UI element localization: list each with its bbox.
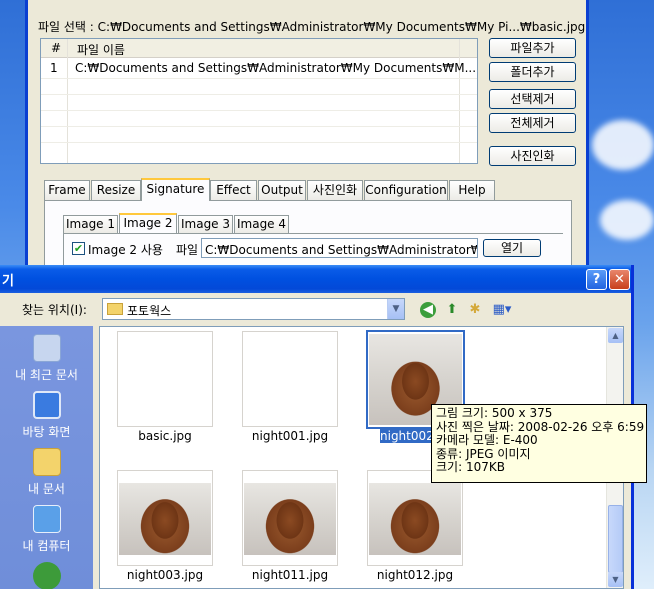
subtab-image-4[interactable]: Image 4 — [234, 215, 289, 233]
file-info-tooltip: 그림 크기: 500 x 375 사진 찍은 날짜: 2008-02-26 오후… — [431, 404, 647, 483]
desktop-icon — [32, 391, 61, 419]
dog-photo-image — [369, 483, 461, 555]
tab-output[interactable]: Output — [258, 180, 306, 200]
dialog-title: 기 — [2, 274, 14, 289]
signature-panel: Image 1 Image 2 Image 3 Image 4 ✔ Image … — [44, 200, 572, 273]
row-number: 1 — [50, 61, 58, 75]
dialog-titlebar[interactable]: 기 ? ✕ — [0, 265, 631, 293]
subtab-image-1[interactable]: Image 1 — [63, 215, 118, 233]
up-folder-icon[interactable]: ⬆ — [443, 301, 461, 319]
chevron-down-icon[interactable]: ▼ — [387, 299, 404, 319]
row-divider — [41, 126, 477, 127]
tab-resize[interactable]: Resize — [91, 180, 141, 200]
row-divider — [41, 142, 477, 143]
column-divider — [67, 39, 68, 163]
subtab-image-3[interactable]: Image 3 — [178, 215, 233, 233]
file-thumbnail-night003[interactable] — [117, 470, 213, 566]
scroll-up-icon[interactable]: ▲ — [608, 328, 623, 343]
place-label: 바탕 화면 — [22, 425, 71, 439]
look-in-label: 찾는 위치(I): — [22, 303, 87, 317]
open-button[interactable]: 열기 — [483, 239, 541, 257]
tab-effect[interactable]: Effect — [210, 180, 257, 200]
desktop-cloud — [592, 120, 654, 170]
print-photo-button[interactable]: 사진인화 — [489, 146, 576, 166]
file-name-label[interactable]: night012.jpg — [355, 568, 475, 582]
my-computer-icon — [32, 505, 61, 533]
file-thumbnail-night011[interactable] — [242, 470, 338, 566]
file-thumbnail-night001[interactable] — [242, 331, 338, 427]
tab-help[interactable]: Help — [449, 180, 495, 200]
scrollbar-thumb[interactable] — [608, 505, 623, 573]
place-desktop[interactable]: 바탕 화면 — [0, 391, 93, 440]
place-label: 내 컴퓨터 — [22, 539, 71, 553]
file-list[interactable]: # 파일 이름 1 C:₩Documents and Settings₩Admi… — [40, 38, 478, 164]
desktop-cloud — [600, 200, 654, 240]
tab-photo-print[interactable]: 사진인화 — [307, 180, 363, 200]
tooltip-date-taken: 사진 찍은 날짜: 2008-02-26 오후 6:59 — [436, 419, 645, 434]
tooltip-camera-model: 카메라 모델: E-400 — [436, 433, 538, 447]
file-thumbnail-basic[interactable] — [117, 331, 213, 427]
subtab-image-2[interactable]: Image 2 — [119, 213, 177, 234]
use-image-checkbox[interactable]: ✔ — [72, 242, 85, 255]
dog-photo-image — [244, 483, 336, 555]
my-documents-icon — [32, 448, 61, 476]
scroll-down-icon[interactable]: ▼ — [608, 572, 623, 587]
tab-frame[interactable]: Frame — [44, 180, 90, 200]
add-file-button[interactable]: 파일추가 — [489, 38, 576, 58]
tab-configuration[interactable]: Configuration — [364, 180, 448, 200]
new-folder-icon[interactable]: ✱ — [466, 301, 484, 319]
places-bar: 내 최근 문서 바탕 화면 내 문서 내 컴퓨터 — [0, 326, 93, 589]
row-divider — [41, 94, 477, 95]
tooltip-image-size: 그림 크기: 500 x 375 — [436, 406, 553, 420]
file-list-row[interactable]: 1 C:₩Documents and Settings₩Administrato… — [41, 59, 477, 78]
photoworks-main-window: 파일 선택 : C:₩Documents and Settings₩Admini… — [25, 0, 589, 273]
add-folder-button[interactable]: 폴더추가 — [489, 62, 576, 82]
column-divider — [459, 39, 460, 163]
file-list-header: # 파일 이름 — [41, 39, 477, 58]
signature-file-path-field[interactable]: C:₩Documents and Settings₩Administrator₩… — [201, 238, 478, 258]
tooltip-file-type: 종류: JPEG 이미지 — [436, 446, 531, 461]
place-network[interactable] — [0, 562, 93, 589]
tab-signature[interactable]: Signature — [141, 178, 210, 201]
view-menu-icon[interactable]: ▦▾ — [489, 301, 515, 319]
remove-all-button[interactable]: 전체제거 — [489, 113, 576, 133]
dog-photo-image — [119, 483, 211, 555]
place-recent-documents[interactable]: 내 최근 문서 — [0, 334, 93, 383]
row-divider — [41, 110, 477, 111]
network-icon — [32, 562, 61, 589]
back-icon[interactable]: ◀ — [420, 302, 436, 318]
place-my-computer[interactable]: 내 컴퓨터 — [0, 505, 93, 554]
row-divider — [41, 78, 477, 79]
file-name-label[interactable]: basic.jpg — [105, 429, 225, 443]
look-in-value: 포토웍스 — [127, 304, 172, 318]
file-name-label[interactable]: night003.jpg — [105, 568, 225, 582]
help-button[interactable]: ? — [586, 269, 607, 290]
file-selection-label: 파일 선택 : C:₩Documents and Settings₩Admini… — [38, 20, 586, 34]
recent-documents-icon — [32, 334, 61, 362]
use-image-label: Image 2 사용 — [88, 243, 163, 257]
file-name-label[interactable]: night011.jpg — [230, 568, 350, 582]
column-number[interactable]: # — [51, 41, 61, 55]
look-in-combobox[interactable]: 포토웍스 ▼ — [102, 298, 405, 320]
folder-icon — [107, 303, 123, 315]
file-label: 파일 — [176, 243, 199, 257]
place-label: 내 최근 문서 — [15, 368, 78, 382]
file-name-label[interactable]: night001.jpg — [230, 429, 350, 443]
file-thumbnail-night012[interactable] — [367, 470, 463, 566]
place-my-documents[interactable]: 내 문서 — [0, 448, 93, 497]
column-file-name[interactable]: 파일 이름 — [77, 41, 125, 58]
remove-selected-button[interactable]: 선택제거 — [489, 89, 576, 109]
close-button[interactable]: ✕ — [609, 269, 630, 290]
tooltip-file-size: 크기: 107KB — [436, 460, 505, 474]
row-file-name: C:₩Documents and Settings₩Administrator₩… — [75, 61, 477, 75]
place-label: 내 문서 — [28, 482, 65, 496]
